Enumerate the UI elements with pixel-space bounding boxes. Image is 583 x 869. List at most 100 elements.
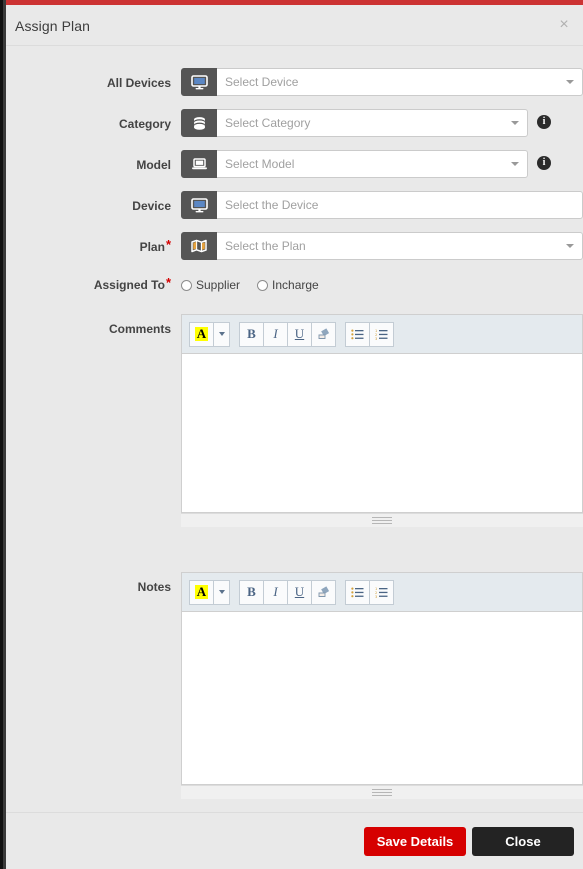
field-control-notes: A B I U 1 2 3 — [181, 572, 583, 799]
resize-grip-icon — [372, 517, 392, 526]
bold-icon[interactable]: B — [239, 321, 264, 347]
category-select[interactable]: Select Category — [217, 109, 528, 137]
all-devices-select[interactable]: Select Device — [217, 68, 583, 96]
comments-editor-resize-handle[interactable] — [181, 513, 583, 527]
device-input[interactable]: Select the Device — [217, 191, 583, 219]
app-root: Assign Plan × All Devices Select Device … — [0, 0, 583, 869]
svg-text:3: 3 — [375, 594, 377, 597]
label-text: Assigned To — [93, 278, 165, 292]
comments-editor-toolbar: A B I U 1 2 3 — [182, 315, 582, 354]
radio-incharge[interactable]: Incharge — [257, 278, 319, 292]
modal-body: All Devices Select Device Category Selec… — [6, 46, 583, 812]
label-text: Plan — [139, 240, 165, 254]
eraser-icon[interactable] — [311, 579, 336, 605]
monitor-icon — [181, 68, 217, 96]
field-label-device: Device — [6, 191, 181, 221]
radio-circle-icon — [181, 279, 192, 291]
notes-editor-resize-handle[interactable] — [181, 785, 583, 799]
notes-editor-body[interactable] — [182, 612, 582, 784]
font-color-dropdown-icon[interactable] — [213, 579, 230, 605]
modal-header: Assign Plan × — [6, 5, 583, 46]
chevron-down-icon — [566, 80, 574, 84]
field-label-comments: Comments — [6, 314, 181, 344]
field-label-model: Model — [6, 150, 181, 180]
italic-icon[interactable]: I — [263, 321, 288, 347]
ordered-list-icon[interactable]: 1 2 3 — [369, 321, 394, 347]
required-marker: * — [165, 237, 171, 252]
field-label-notes: Notes — [6, 572, 181, 602]
field-row-comments: Comments A B I U 1 2 3 — [6, 314, 583, 527]
model-info-icon[interactable]: i — [537, 156, 551, 170]
required-marker: * — [165, 275, 171, 290]
field-row-assigned-to: Assigned To* Supplier Incharge — [6, 270, 583, 300]
device-placeholder: Select the Device — [225, 198, 319, 212]
field-row-all-devices: All Devices Select Device — [6, 68, 583, 98]
map-icon — [181, 232, 217, 260]
save-details-button[interactable]: Save Details — [364, 827, 466, 856]
app-sidebar-edge-dark — [0, 0, 3, 869]
model-select[interactable]: Select Model — [217, 150, 528, 178]
radio-circle-icon — [257, 279, 269, 291]
label-text: Category — [118, 117, 171, 131]
field-label-all-devices: All Devices — [6, 68, 181, 98]
font-color-icon[interactable]: A — [189, 321, 214, 347]
bold-icon[interactable]: B — [239, 579, 264, 605]
field-row-plan: Plan* Select the Plan — [6, 232, 583, 262]
notes-editor-toolbar: A B I U 1 2 3 — [182, 573, 582, 612]
field-row-device: Device Select the Device — [6, 191, 583, 221]
laptop-icon — [181, 150, 217, 178]
label-text: Notes — [137, 580, 171, 594]
field-label-category: Category — [6, 109, 181, 139]
unordered-list-icon[interactable] — [345, 579, 370, 605]
label-text: All Devices — [106, 76, 171, 90]
font-color-dropdown-icon[interactable] — [213, 321, 230, 347]
field-control-device: Select the Device — [181, 191, 583, 219]
category-info-icon[interactable]: i — [537, 115, 551, 129]
label-text: Comments — [108, 322, 171, 336]
underline-icon[interactable]: U — [287, 579, 312, 605]
notes-editor: A B I U 1 2 3 — [181, 572, 583, 785]
monitor-icon — [181, 191, 217, 219]
category-placeholder: Select Category — [225, 116, 311, 130]
field-row-notes: Notes A B I U 1 2 3 — [6, 572, 583, 799]
plan-select[interactable]: Select the Plan — [217, 232, 583, 260]
field-row-category: Category Select Category i — [6, 109, 583, 139]
field-label-plan: Plan* — [6, 232, 181, 262]
model-placeholder: Select Model — [225, 157, 295, 171]
field-row-model: Model Select Model i — [6, 150, 583, 180]
chevron-down-icon — [511, 121, 519, 125]
eraser-icon[interactable] — [311, 321, 336, 347]
chevron-down-icon — [511, 162, 519, 166]
radio-label: Supplier — [196, 278, 241, 292]
field-control-plan: Select the Plan — [181, 232, 583, 260]
ordered-list-icon[interactable]: 1 2 3 — [369, 579, 394, 605]
italic-icon[interactable]: I — [263, 579, 288, 605]
field-control-comments: A B I U 1 2 3 — [181, 314, 583, 527]
svg-text:3: 3 — [375, 336, 377, 339]
resize-grip-icon — [372, 789, 392, 798]
database-icon — [181, 109, 217, 137]
field-label-assigned-to: Assigned To* — [6, 270, 181, 300]
chevron-down-icon — [566, 244, 574, 248]
field-control-all-devices: Select Device — [181, 68, 583, 96]
comments-editor-body[interactable] — [182, 354, 582, 512]
top-accent-bar — [6, 0, 583, 5]
comments-editor: A B I U 1 2 3 — [181, 314, 583, 513]
close-icon[interactable]: × — [555, 16, 573, 34]
radio-supplier[interactable]: Supplier — [181, 278, 240, 292]
field-control-model: Select Model i — [181, 150, 583, 178]
all-devices-placeholder: Select Device — [225, 75, 299, 89]
modal-footer: Save Details Close — [6, 812, 583, 869]
font-color-icon[interactable]: A — [189, 579, 214, 605]
plan-placeholder: Select the Plan — [225, 239, 306, 253]
label-text: Device — [132, 199, 171, 213]
close-button[interactable]: Close — [472, 827, 574, 856]
field-control-category: Select Category i — [181, 109, 583, 137]
label-text: Model — [136, 158, 171, 172]
field-control-assigned-to: Supplier Incharge — [181, 270, 583, 300]
assign-plan-modal: Assign Plan × All Devices Select Device … — [6, 5, 583, 869]
unordered-list-icon[interactable] — [345, 321, 370, 347]
radio-label: Incharge — [272, 278, 319, 292]
underline-icon[interactable]: U — [287, 321, 312, 347]
modal-title: Assign Plan — [15, 18, 91, 34]
